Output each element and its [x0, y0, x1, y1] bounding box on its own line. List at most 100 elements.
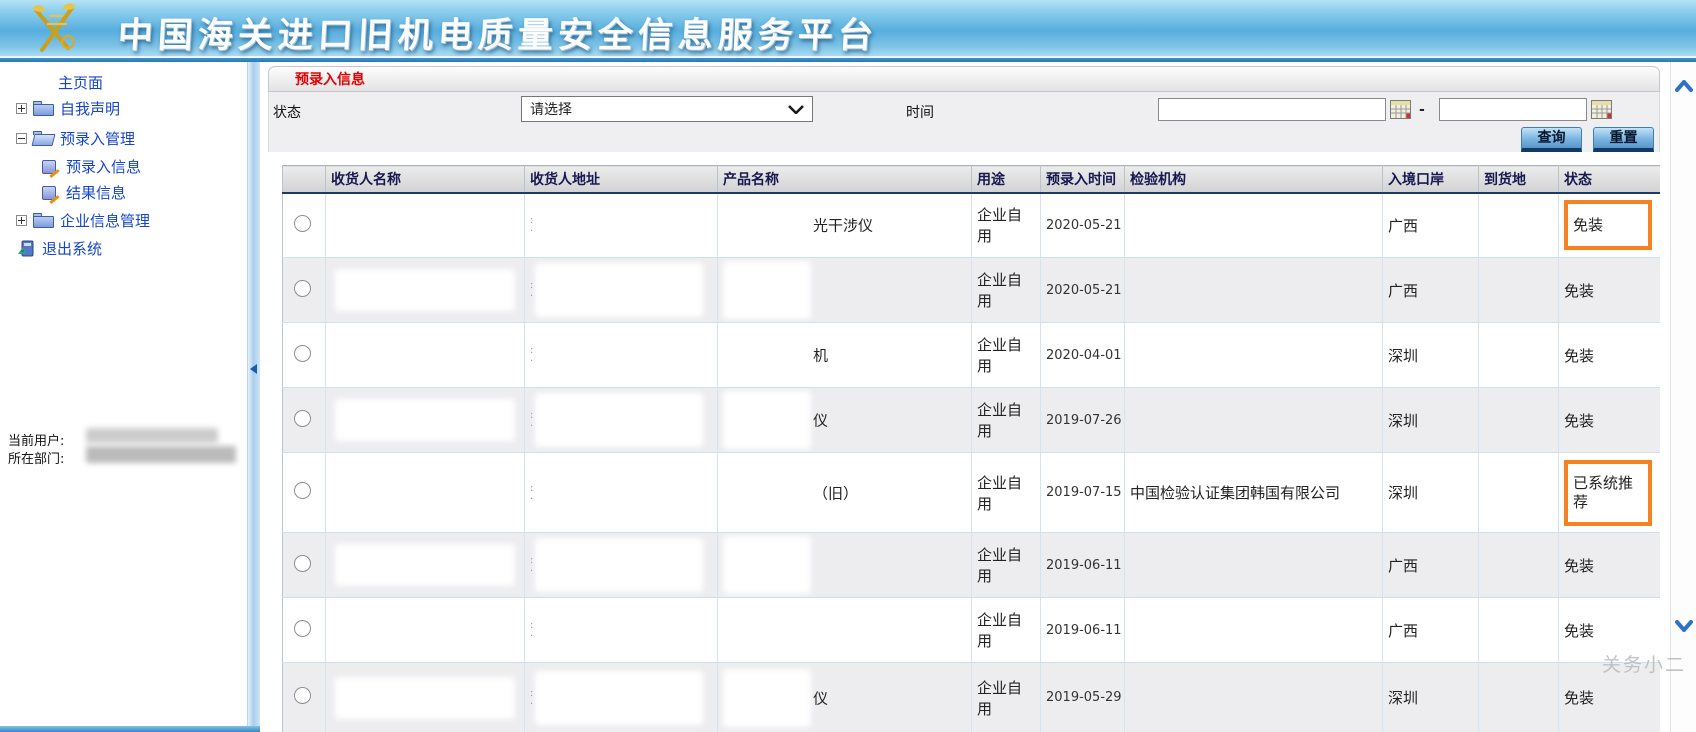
status-badge: 免装: [1559, 323, 1661, 388]
preentry-time-cell: 2019-07-15: [1041, 453, 1125, 533]
row-radio[interactable]: [294, 555, 311, 572]
sidebar-item-label: 结果信息: [66, 182, 126, 203]
page-title: 预录入信息: [295, 69, 365, 89]
sidebar-item-preentry-info[interactable]: 预录入信息: [42, 156, 141, 177]
port-cell: 深圳: [1383, 453, 1479, 533]
arrival-cell: [1479, 453, 1559, 533]
row-radio[interactable]: [294, 280, 311, 297]
arrival-cell: [1479, 663, 1559, 732]
blurred-username: [86, 428, 218, 443]
row-radio[interactable]: [294, 345, 311, 362]
preentry-time-cell: 2019-06-11: [1041, 598, 1125, 663]
agency-cell: [1125, 388, 1383, 453]
doc-edit-icon: [42, 185, 60, 201]
blurred-product-name: [723, 601, 811, 659]
usage-cell: 企业自用: [972, 598, 1041, 663]
results-table: 收货人名称 收货人地址 产品名称 用途 预录入时间 检验机构 入境口岸 到货地 …: [282, 165, 1660, 732]
usage-cell: 企业自用: [972, 258, 1041, 323]
preentry-time-cell: 2019-05-29: [1041, 663, 1125, 732]
date-from-input[interactable]: [1158, 98, 1386, 121]
status-badge: 免装: [1559, 533, 1661, 598]
doc-edit-icon: [42, 159, 60, 175]
sidebar-item-label: 预录入管理: [60, 128, 135, 149]
row-radio[interactable]: [294, 215, 311, 232]
minus-expander-icon[interactable]: [16, 133, 27, 144]
calendar-icon[interactable]: [1390, 100, 1411, 119]
scroll-down-icon[interactable]: [1675, 620, 1693, 632]
calendar-icon[interactable]: [1591, 100, 1612, 119]
sidebar-item-result-info[interactable]: 结果信息: [42, 182, 126, 203]
port-cell: 广西: [1383, 533, 1479, 598]
port-cell: 广西: [1383, 258, 1479, 323]
status-highlight-box: 已系统推荐: [1564, 460, 1652, 526]
agency-cell: [1125, 533, 1383, 598]
row-radio[interactable]: [294, 620, 311, 637]
preentry-time-cell: 2019-07-26: [1041, 388, 1125, 453]
agency-cell: [1125, 663, 1383, 732]
status-select[interactable]: 请选择: [521, 96, 813, 122]
table-row: :. 企业自用 2019-06-11 广西 免装: [283, 598, 1661, 663]
main-content: 预录入信息 状态 请选择 时间 -: [260, 62, 1670, 732]
department-label: 所在部门:: [8, 448, 64, 467]
blurred-consignee-address: [535, 671, 703, 725]
arrival-cell: [1479, 193, 1559, 258]
row-radio[interactable]: [294, 410, 311, 427]
sidebar-item-preentry-management[interactable]: 预录入管理: [16, 128, 135, 149]
preentry-time-cell: 2020-05-21: [1041, 193, 1125, 258]
current-user-label: 当前用户:: [8, 430, 64, 449]
table-row: :. 仪 企业自用 2019-05-29 深圳 免装: [283, 663, 1661, 732]
table-row: :. 仪 企业自用 2019-07-26 深圳 免装: [283, 388, 1661, 453]
blurred-consignee-name: [335, 334, 515, 376]
col-entry-port: 入境口岸: [1383, 166, 1479, 193]
sidebar-nav: 主页面 自我声明 预录入管理 预录入信息 结果信息 企业信息管理: [0, 62, 247, 726]
usage-cell: 企业自用: [972, 453, 1041, 533]
table-row: :. 企业自用 2019-06-11 广西 免装: [283, 533, 1661, 598]
status-highlight-box: 免装: [1564, 200, 1652, 250]
vertical-scrollbar[interactable]: [1670, 62, 1696, 732]
reset-button[interactable]: 重置: [1593, 127, 1654, 152]
arrival-cell: [1479, 533, 1559, 598]
watermark-text: 关务小二: [1602, 650, 1686, 677]
row-radio[interactable]: [294, 687, 311, 704]
plus-expander-icon[interactable]: [16, 103, 27, 114]
port-cell: 深圳: [1383, 323, 1479, 388]
bottom-frame-bar: [0, 726, 260, 732]
arrival-cell: [1479, 258, 1559, 323]
product-name-fragment: 仪: [813, 689, 828, 707]
row-radio[interactable]: [294, 482, 311, 499]
status-label: 状态: [273, 102, 301, 122]
query-button[interactable]: 查询: [1521, 127, 1582, 152]
table-row: :. 光干涉仪 企业自用 2020-05-21 广西 免装: [283, 193, 1661, 258]
app-header: 中国海关进口旧机电质量安全信息服务平台: [0, 0, 1696, 57]
blurred-consignee-address: [535, 393, 703, 447]
scroll-up-icon[interactable]: [1675, 80, 1693, 92]
collapse-arrow-icon[interactable]: [250, 364, 257, 374]
filter-area: 状态 请选择 时间 -: [268, 92, 1660, 152]
blurred-consignee-name: [335, 609, 515, 651]
blurred-product-name: [723, 196, 811, 254]
sidebar-item-self-declaration[interactable]: 自我声明: [16, 98, 120, 119]
col-consignee-name: 收货人名称: [326, 166, 525, 193]
usage-cell: 企业自用: [972, 663, 1041, 732]
sidebar-item-exit-system[interactable]: 退出系统: [16, 238, 102, 259]
col-select: [283, 166, 326, 193]
table-header-row: 收货人名称 收货人地址 产品名称 用途 预录入时间 检验机构 入境口岸 到货地 …: [283, 166, 1661, 193]
agency-cell: 中国检验认证集团韩国有限公司: [1125, 453, 1383, 533]
app-title: 中国海关进口旧机电质量安全信息服务平台: [117, 7, 880, 58]
sidebar-item-home[interactable]: 主页面: [58, 72, 103, 93]
usage-cell: 企业自用: [972, 193, 1041, 258]
exit-icon: [16, 240, 36, 258]
date-to-input[interactable]: [1439, 98, 1587, 121]
time-label: 时间: [906, 102, 934, 122]
blurred-consignee-address: [535, 198, 703, 252]
preentry-time-cell: 2020-05-21: [1041, 258, 1125, 323]
port-cell: 广西: [1383, 193, 1479, 258]
folder-open-icon: [33, 131, 54, 146]
panel-splitter[interactable]: [247, 62, 260, 726]
usage-cell: 企业自用: [972, 388, 1041, 453]
blurred-consignee-name: [335, 472, 515, 514]
blurred-consignee-name: [335, 399, 515, 441]
sidebar-item-enterprise-info[interactable]: 企业信息管理: [16, 210, 150, 231]
arrival-cell: [1479, 598, 1559, 663]
plus-expander-icon[interactable]: [16, 215, 27, 226]
